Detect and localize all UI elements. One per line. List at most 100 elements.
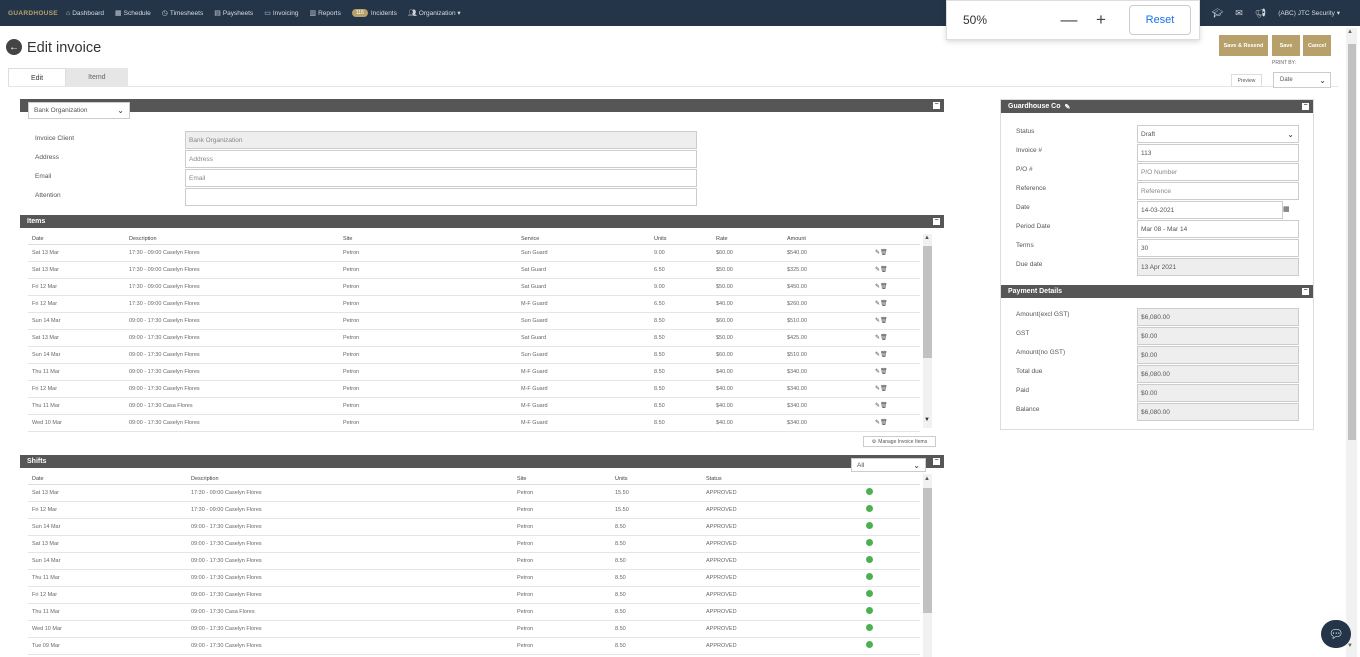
calendar-icon[interactable]: ▦ bbox=[1283, 205, 1290, 213]
shifts-scrollbar-thumb[interactable] bbox=[923, 488, 932, 613]
trash-icon[interactable]: 🗑︎ bbox=[880, 301, 888, 307]
items-scrollbar-thumb[interactable] bbox=[923, 246, 932, 358]
nav-dashboard[interactable]: ⌂ Dashboard bbox=[66, 10, 104, 17]
trash-icon[interactable]: 🗑︎ bbox=[880, 267, 888, 273]
company-field-label: Due date bbox=[1016, 261, 1043, 268]
tab-itemd[interactable]: Itemd bbox=[66, 68, 128, 87]
table-row: Fri 12 Mar 17:30 - 09:00 Caselyn Flores Pe… bbox=[28, 501, 920, 519]
chat-icon[interactable]: 💬︎ bbox=[1321, 620, 1351, 648]
scroll-up-arrow-icon[interactable]: ▲ bbox=[924, 235, 930, 241]
shifts-filter-value: All bbox=[857, 461, 865, 469]
shifts-column-header[interactable]: Description bbox=[187, 474, 513, 485]
organization-select[interactable]: Bank Organization ⌄ bbox=[28, 102, 130, 119]
company-field-input[interactable]: P/O Number bbox=[1137, 163, 1299, 181]
users-icon: 👥︎ bbox=[407, 10, 417, 17]
company-field-input[interactable]: Mar 08 - Mar 14 bbox=[1137, 220, 1299, 238]
shifts-cell: APPROVED bbox=[702, 535, 862, 553]
scroll-up-arrow-icon[interactable]: ▲ bbox=[1347, 29, 1353, 35]
company-field-input[interactable]: 113 bbox=[1137, 144, 1299, 162]
scroll-up-arrow-icon[interactable]: ▲ bbox=[924, 476, 930, 482]
trash-icon[interactable]: 🗑︎ bbox=[880, 386, 888, 392]
shifts-cell: Wed 10 Mar bbox=[28, 620, 187, 638]
items-column-header[interactable]: Units bbox=[650, 234, 712, 245]
trash-icon[interactable]: 🗑︎ bbox=[880, 284, 888, 290]
trash-icon[interactable]: 🗑︎ bbox=[880, 250, 888, 256]
back-arrow-icon[interactable]: ← bbox=[6, 39, 22, 55]
megaphone-icon[interactable]: 📢︎ bbox=[1255, 8, 1266, 19]
nav-reports-label: Reports bbox=[318, 9, 341, 17]
table-row: Sat 13 Mar 09:00 - 17:30 Caselyn Flores Pe… bbox=[28, 329, 920, 347]
company-field-input[interactable]: Reference bbox=[1137, 182, 1299, 200]
items-cell: Petron bbox=[339, 346, 517, 364]
scroll-down-arrow-icon[interactable]: ▼ bbox=[924, 417, 930, 423]
shifts-column-header[interactable]: Status bbox=[702, 474, 862, 485]
trash-icon[interactable]: 🗑︎ bbox=[880, 335, 888, 341]
approved-status-dot bbox=[866, 488, 873, 495]
shifts-cell: APPROVED bbox=[702, 484, 862, 502]
items-cell: Sun Guard bbox=[517, 312, 650, 330]
items-column-header[interactable]: Date bbox=[28, 234, 125, 245]
trash-icon[interactable]: 🗑︎ bbox=[880, 369, 888, 375]
items-column-header[interactable]: Rate bbox=[712, 234, 783, 245]
scroll-down-arrow-icon[interactable]: ▼ bbox=[1347, 643, 1353, 649]
items-column-header[interactable]: Service bbox=[517, 234, 650, 245]
zoom-out-button[interactable]: — bbox=[1053, 10, 1085, 30]
nav-organization[interactable]: 👥︎ Organization ▾ bbox=[408, 9, 461, 17]
collapse-icon[interactable]: − bbox=[1302, 102, 1309, 110]
nav-paysheets[interactable]: ▤ Paysheets bbox=[214, 9, 253, 18]
shifts-table: Date Description Site Units Status Sat 13 Ma… bbox=[28, 474, 920, 655]
shifts-filter-select[interactable]: All ⌄ bbox=[851, 458, 926, 472]
items-cell: Sat 13 Mar bbox=[28, 261, 125, 279]
client-field-input[interactable]: Address bbox=[185, 150, 697, 168]
nav-timesheets[interactable]: ◷ Timesheets bbox=[162, 9, 203, 18]
client-field-input[interactable] bbox=[185, 188, 697, 206]
collapse-icon[interactable]: − bbox=[933, 101, 940, 109]
collapse-icon[interactable]: − bbox=[1302, 287, 1309, 295]
shifts-cell: 8.50 bbox=[611, 552, 702, 570]
nav-incidents[interactable]: 116 Incidents bbox=[351, 9, 397, 17]
company-field-input[interactable]: Draft ⌄ bbox=[1137, 125, 1299, 143]
nav-reports[interactable]: ▥ Reports bbox=[309, 9, 341, 18]
nav-invoicing[interactable]: ▭ Invoicing bbox=[264, 9, 298, 18]
collapse-icon[interactable]: − bbox=[933, 217, 940, 225]
page-scrollbar-thumb[interactable] bbox=[1348, 44, 1356, 440]
row-actions: ✎🗑︎ bbox=[871, 278, 920, 296]
graduation-cap-icon[interactable]: 🎓︎ bbox=[1212, 8, 1223, 19]
shifts-column-header[interactable]: Units bbox=[611, 474, 702, 485]
edit-icon[interactable]: ✎ bbox=[1065, 103, 1071, 111]
zoom-in-button[interactable]: + bbox=[1085, 10, 1117, 30]
print-by-select[interactable]: Date ⌄ bbox=[1273, 72, 1331, 88]
zoom-reset-button[interactable]: Reset bbox=[1129, 5, 1191, 35]
trash-icon[interactable]: 🗑︎ bbox=[880, 352, 888, 358]
company-field-input[interactable]: 30 bbox=[1137, 239, 1299, 257]
items-column-header[interactable]: Site bbox=[339, 234, 517, 245]
shifts-cell: 8.50 bbox=[611, 586, 702, 604]
preview-button[interactable]: Preview bbox=[1231, 74, 1262, 87]
items-column-header[interactable]: Amount bbox=[783, 234, 871, 245]
manage-invoice-items-button[interactable]: ⚙ Manage Invoice Items bbox=[863, 436, 936, 447]
cancel-button[interactable]: Cancel bbox=[1303, 35, 1331, 56]
payment-panel-header: Payment Details − bbox=[1001, 285, 1313, 298]
tab-edit[interactable]: Edit bbox=[8, 68, 67, 87]
items-cell: $40.00 bbox=[712, 363, 783, 381]
trash-icon[interactable]: 🗑︎ bbox=[880, 318, 888, 324]
nav-schedule[interactable]: ▦ Schedule bbox=[115, 9, 151, 18]
client-field-input[interactable]: Email bbox=[185, 169, 697, 187]
shifts-column-header[interactable]: Date bbox=[28, 474, 187, 485]
tab-divider bbox=[8, 86, 1338, 87]
save-button[interactable]: Save bbox=[1272, 35, 1300, 56]
trash-icon[interactable]: 🗑︎ bbox=[880, 403, 888, 409]
collapse-icon[interactable]: − bbox=[933, 457, 940, 465]
row-actions: ✎🗑︎ bbox=[871, 261, 920, 279]
items-column-header[interactable]: Description bbox=[125, 234, 339, 245]
items-cell: 17:30 - 09:00 Caselyn Flores bbox=[125, 261, 339, 279]
shifts-cell: Fri 12 Mar bbox=[28, 586, 187, 604]
shifts-column-header[interactable]: Site bbox=[513, 474, 611, 485]
trash-icon[interactable]: 🗑︎ bbox=[880, 420, 888, 426]
org-switcher[interactable]: (ABC) JTC Security ▾ bbox=[1278, 9, 1340, 17]
brand-logo[interactable]: GUARDHOUSE bbox=[8, 10, 58, 17]
company-field-input[interactable]: 14-03-2021 bbox=[1137, 201, 1283, 219]
mail-icon[interactable]: ✉ bbox=[1235, 8, 1243, 19]
shifts-cell: 17:30 - 09:00 Caselyn Flores bbox=[187, 501, 513, 519]
save-resend-button[interactable]: Save & Resend bbox=[1219, 35, 1268, 56]
